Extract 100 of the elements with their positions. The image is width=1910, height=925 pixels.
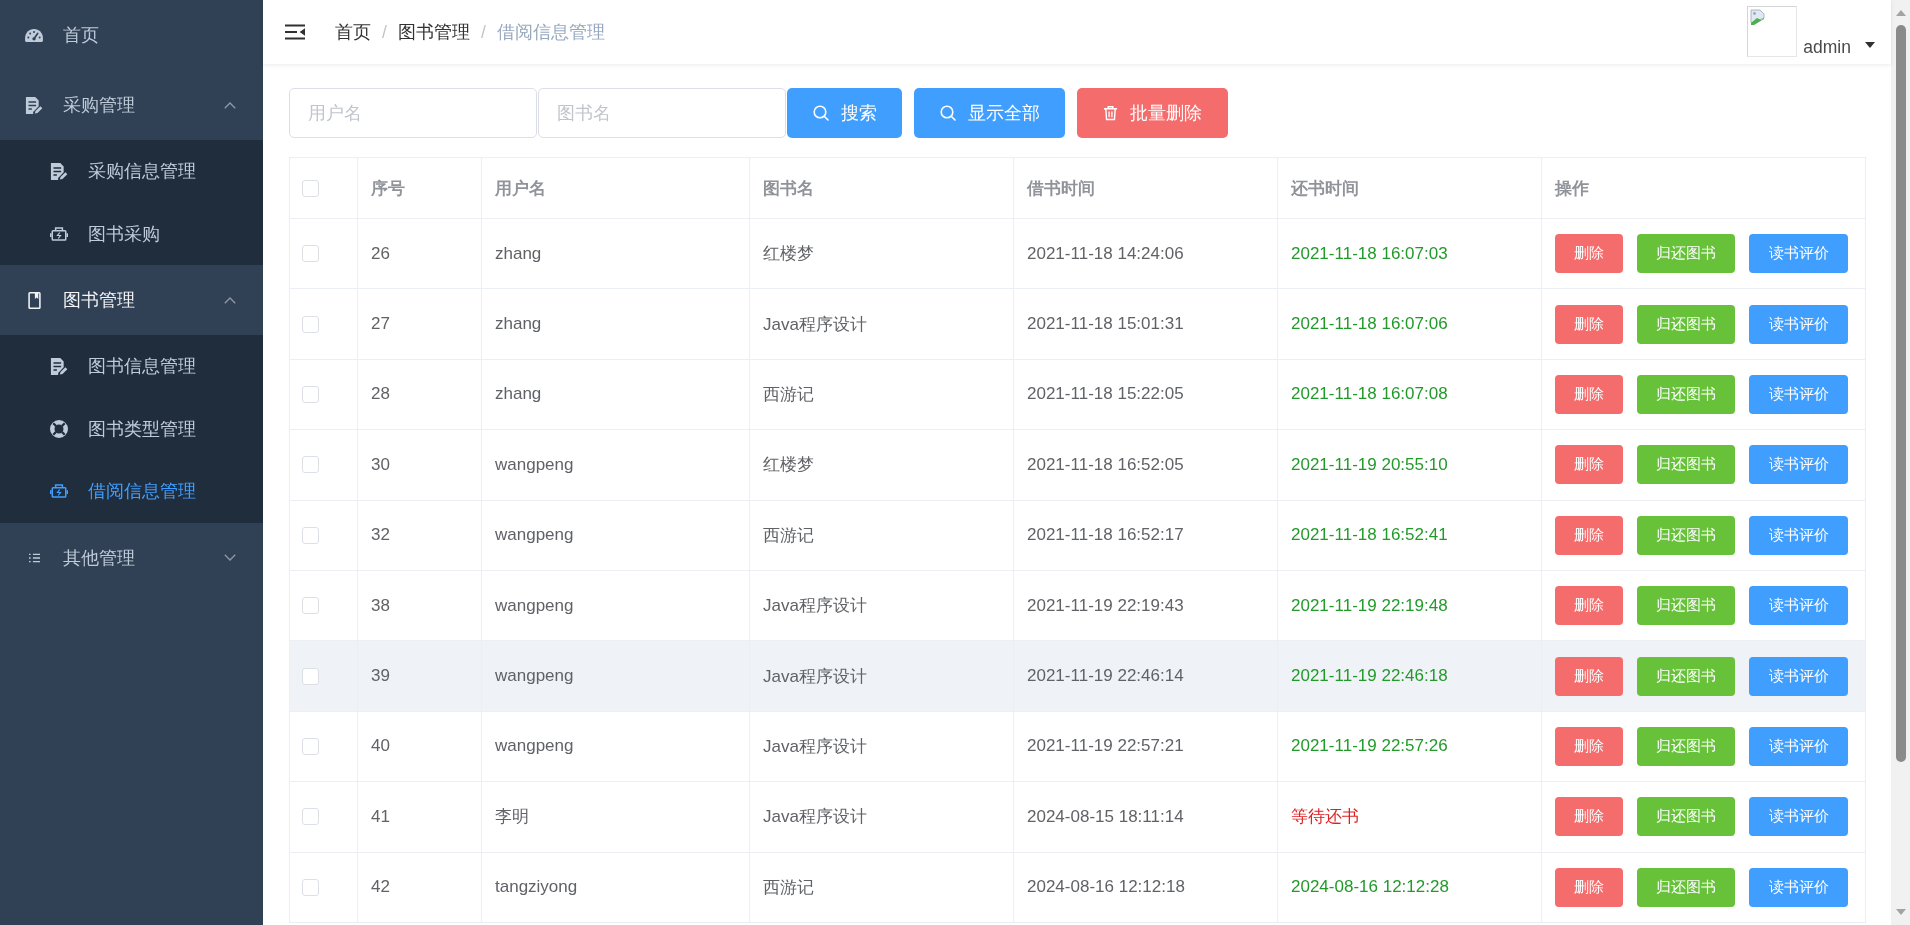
delete-button[interactable]: 删除 — [1555, 656, 1623, 696]
table-cell: 2021-11-19 20:55:10 — [1278, 430, 1542, 500]
caret-down-icon[interactable] — [1865, 42, 1875, 48]
batch-delete-button[interactable]: 批量删除 — [1077, 88, 1228, 138]
menu-item[interactable]: 采购信息管理 — [0, 140, 263, 203]
table-cell: 39 — [358, 641, 482, 711]
delete-button[interactable]: 删除 — [1555, 515, 1623, 555]
row-checkbox[interactable] — [302, 456, 319, 474]
scrollbar-thumb[interactable] — [1895, 25, 1906, 762]
review-button[interactable]: 读书评价 — [1749, 445, 1848, 485]
row-checkbox[interactable] — [302, 808, 319, 826]
return-button[interactable]: 归还图书 — [1637, 586, 1735, 626]
table-cell: 27 — [358, 289, 482, 359]
review-button[interactable]: 读书评价 — [1749, 515, 1848, 555]
search-icon — [812, 105, 829, 121]
table-cell: tangziyong — [482, 852, 750, 922]
return-button[interactable]: 归还图书 — [1637, 797, 1735, 837]
table-cell: Java程序设计 — [750, 782, 1014, 852]
table-cell: 2021-11-18 16:07:06 — [1278, 289, 1542, 359]
table-cell: 2021-11-18 16:07:08 — [1278, 359, 1542, 430]
review-button[interactable]: 读书评价 — [1749, 867, 1848, 907]
menu-item[interactable]: 借阅信息管理 — [0, 460, 263, 523]
return-button[interactable]: 归还图书 — [1637, 374, 1735, 414]
breadcrumb-separator: / — [480, 21, 486, 43]
delete-button[interactable]: 删除 — [1555, 586, 1623, 626]
breadcrumb-item[interactable]: 首页 — [335, 20, 371, 44]
row-checkbox[interactable] — [302, 245, 319, 263]
review-button[interactable]: 读书评价 — [1749, 797, 1848, 837]
review-button[interactable]: 读书评价 — [1749, 374, 1848, 414]
table-cell: 西游记 — [750, 852, 1014, 922]
column-header: 用户名 — [482, 158, 750, 218]
avatar-placeholder[interactable] — [1747, 6, 1798, 57]
select-all-checkbox[interactable] — [302, 179, 319, 197]
search-field[interactable]: 用户名 — [289, 88, 537, 138]
review-button[interactable]: 读书评价 — [1749, 304, 1848, 344]
table-cell: zhang — [482, 359, 750, 430]
column-header: 操作 — [1553, 177, 1590, 200]
search-field[interactable]: 图书名 — [538, 88, 786, 138]
review-button[interactable]: 读书评价 — [1749, 586, 1848, 626]
scrollbar[interactable] — [1891, 0, 1910, 925]
book-icon — [28, 291, 41, 309]
dashboard-icon — [25, 28, 43, 42]
delete-button[interactable]: 删除 — [1555, 726, 1623, 766]
table-cell: 2024-08-16 12:12:28 — [1278, 852, 1542, 922]
return-button[interactable]: 归还图书 — [1637, 867, 1735, 907]
table-cell: 2021-11-19 22:19:43 — [1014, 570, 1278, 641]
return-button[interactable]: 归还图书 — [1637, 304, 1735, 344]
document-edit-icon — [25, 96, 43, 114]
return-button[interactable]: 归还图书 — [1637, 656, 1735, 696]
table-cell: 2021-11-18 16:52:05 — [1014, 430, 1278, 500]
row-checkbox[interactable] — [302, 315, 319, 333]
chevron-down-icon — [224, 554, 236, 561]
delete-button[interactable]: 删除 — [1555, 445, 1623, 485]
delete-button[interactable]: 删除 — [1555, 867, 1623, 907]
delete-button[interactable]: 删除 — [1555, 797, 1623, 837]
menu-item[interactable]: 图书采购 — [0, 202, 263, 265]
arrow-up-icon[interactable] — [1895, 10, 1906, 16]
table-cell: 30 — [358, 430, 482, 500]
chevron-up-icon — [224, 296, 236, 304]
return-button[interactable]: 归还图书 — [1637, 726, 1735, 766]
search-button[interactable]: 搜索 — [787, 88, 902, 138]
menu-icon[interactable] — [285, 24, 305, 40]
menu-item[interactable]: 图书类型管理 — [0, 397, 263, 460]
delete-button[interactable]: 删除 — [1555, 304, 1623, 344]
breadcrumb-item: 借阅信息管理 — [496, 21, 605, 44]
menu-item[interactable]: 图书信息管理 — [0, 335, 263, 398]
chevron-up-icon — [224, 101, 236, 109]
review-button[interactable]: 读书评价 — [1749, 234, 1848, 274]
table-cell: 28 — [358, 359, 482, 430]
row-checkbox[interactable] — [302, 526, 319, 544]
row-checkbox[interactable] — [302, 597, 319, 615]
column-header: 借书时间 — [1014, 158, 1278, 218]
search-icon — [939, 105, 956, 121]
breadcrumb-item[interactable]: 图书管理 — [397, 20, 470, 44]
trash-icon — [1103, 105, 1118, 121]
table-cell: 2021-11-19 22:57:21 — [1014, 711, 1278, 782]
table-cell: Java程序设计 — [750, 570, 1014, 641]
table-cell: 李明 — [482, 782, 750, 852]
table-cell: 红楼梦 — [750, 219, 1014, 289]
table-cell: wangpeng — [482, 711, 750, 782]
row-checkbox[interactable] — [302, 385, 319, 403]
show-all-button[interactable]: 显示全部 — [914, 88, 1065, 138]
return-button[interactable]: 归还图书 — [1637, 515, 1735, 555]
return-button[interactable]: 归还图书 — [1637, 445, 1735, 485]
user-name[interactable]: admin — [1803, 38, 1851, 56]
delete-button[interactable]: 删除 — [1555, 374, 1623, 414]
table-cell: wangpeng — [482, 430, 750, 500]
table-cell: wangpeng — [482, 570, 750, 641]
row-checkbox[interactable] — [302, 878, 319, 896]
battery-icon — [50, 484, 68, 499]
breadcrumb-separator: / — [382, 21, 387, 43]
row-checkbox[interactable] — [302, 667, 319, 685]
table-cell: Java程序设计 — [750, 289, 1014, 359]
row-checkbox[interactable] — [302, 737, 319, 755]
delete-button[interactable]: 删除 — [1555, 234, 1623, 274]
arrow-down-icon[interactable] — [1895, 909, 1906, 915]
return-button[interactable]: 归还图书 — [1637, 234, 1735, 274]
review-button[interactable]: 读书评价 — [1749, 726, 1848, 766]
table-cell: 2021-11-18 16:07:03 — [1278, 219, 1542, 289]
review-button[interactable]: 读书评价 — [1749, 656, 1848, 696]
